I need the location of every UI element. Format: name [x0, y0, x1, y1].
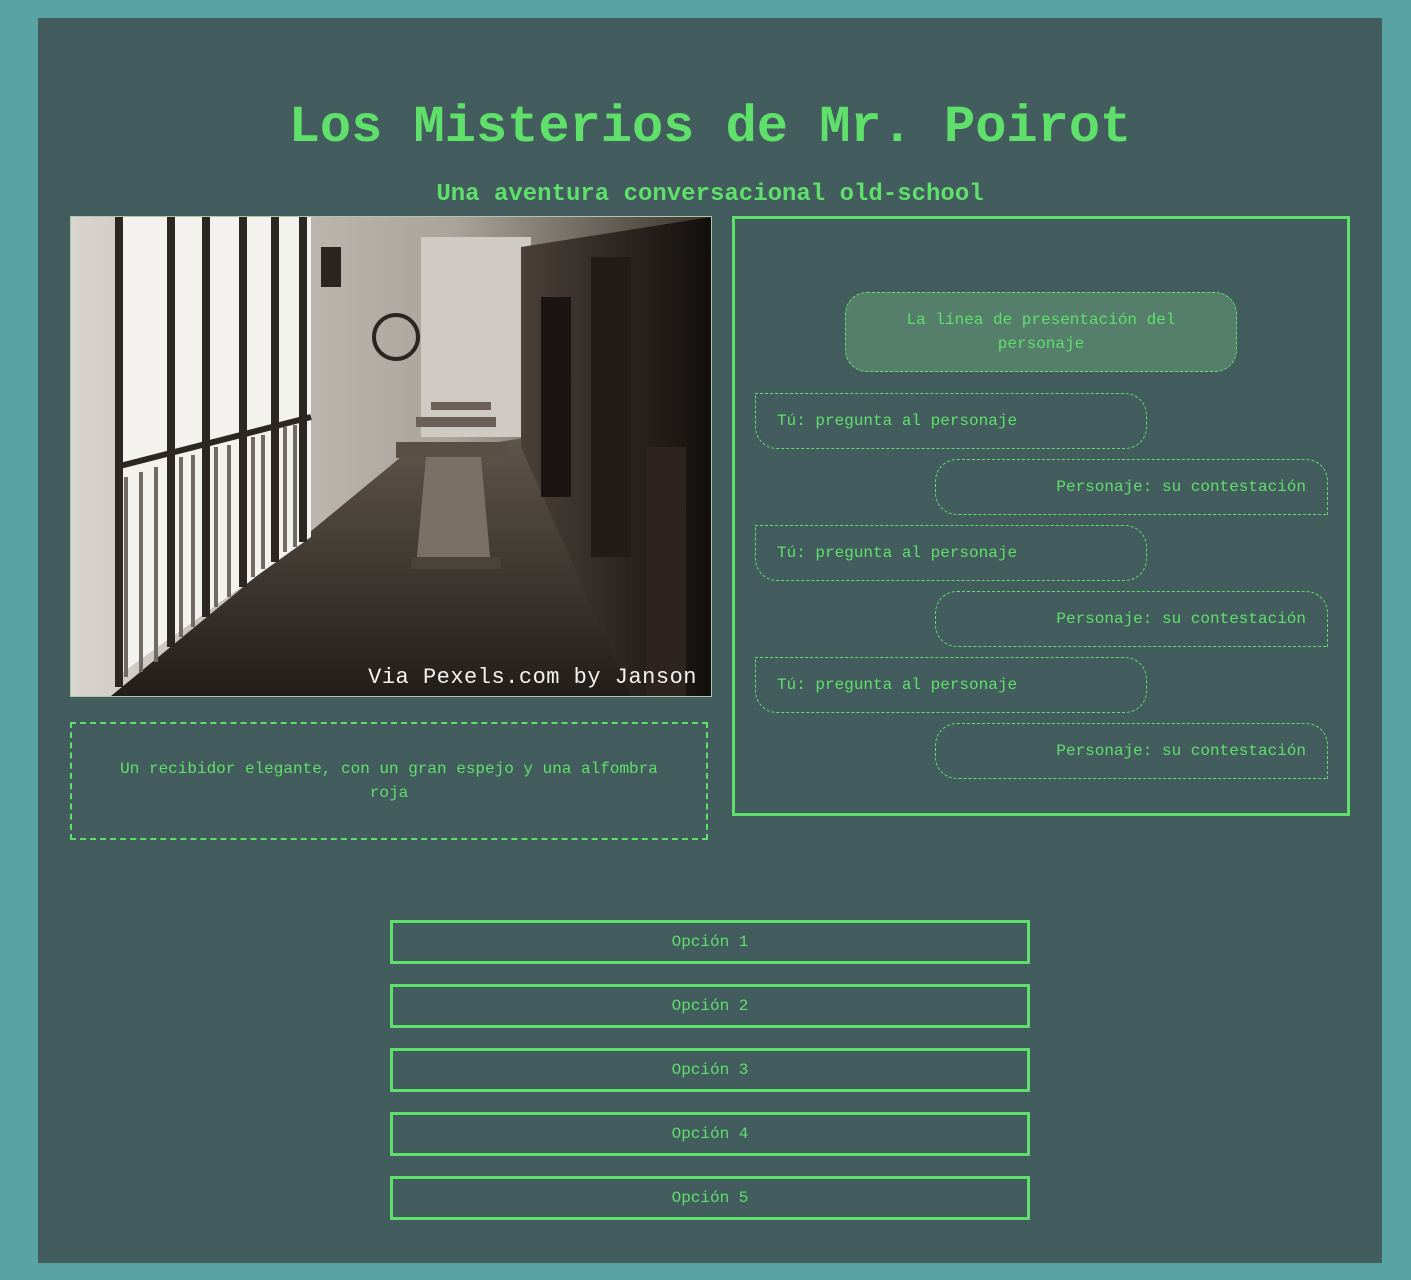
page-title: Los Misterios de Mr. Poirot [288, 98, 1132, 157]
options-list: Opción 1 Opción 2 Opción 3 Opción 4 Opci… [390, 920, 1030, 1240]
character-intro-bubble: La línea de presentación del personaje [845, 292, 1237, 372]
option-button-5[interactable]: Opción 5 [390, 1176, 1030, 1220]
option-button-2[interactable]: Opción 2 [390, 984, 1030, 1028]
option-button-3[interactable]: Opción 3 [390, 1048, 1030, 1092]
user-question-bubble: Tú: pregunta al personaje [755, 525, 1147, 581]
option-button-4[interactable]: Opción 4 [390, 1112, 1030, 1156]
scene-description: Un recibidor elegante, con un gran espej… [70, 722, 708, 840]
option-button-1[interactable]: Opción 1 [390, 920, 1030, 964]
character-answer-bubble: Personaje: su contestación [935, 459, 1328, 515]
chat-panel: La línea de presentación del personaje T… [732, 216, 1350, 816]
character-answer-bubble: Personaje: su contestación [935, 723, 1328, 779]
game-frame: Los Misterios de Mr. Poirot Una aventura… [38, 18, 1382, 1263]
user-question-bubble: Tú: pregunta al personaje [755, 393, 1147, 449]
page-subtitle: Una aventura conversacional old-school [436, 181, 984, 208]
photo-credit: Via Pexels.com by Janson [368, 665, 697, 690]
user-question-bubble: Tú: pregunta al personaje [755, 657, 1147, 713]
hallway-photo [71, 217, 711, 696]
character-answer-bubble: Personaje: su contestación [935, 591, 1328, 647]
scene-image: Via Pexels.com by Janson [70, 216, 712, 697]
